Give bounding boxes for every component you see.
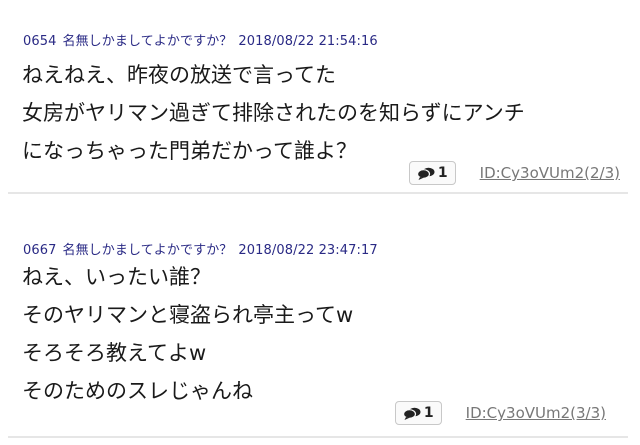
- post-divider: [8, 436, 628, 438]
- reply-count: 1: [423, 405, 434, 421]
- post-body-line: ねえ、いったい誰？: [22, 265, 211, 289]
- speech-bubbles-icon: [402, 407, 421, 420]
- poster-name: 名無しかましてよかですか？: [62, 34, 233, 49]
- post-body-line: ねえねえ、昨夜の放送で言ってた: [22, 63, 336, 87]
- reply-count-button[interactable]: 1: [408, 161, 456, 185]
- post-body-line: そろそろ教えてよw: [22, 341, 207, 365]
- post-body: ねえ、いったい誰？ そのヤリマンと寝盗られ亭主ってw そろそろ教えてよw そのた…: [22, 258, 624, 410]
- poster-id-link[interactable]: ID:Cy3oVUm2(3/3): [466, 404, 606, 422]
- post-header: 0654 名無しかましてよかですか？ 2018/08/22 21:54:16: [23, 30, 384, 49]
- post-body: ねえねえ、昨夜の放送で言ってた 女房がヤリマン過ぎて排除されたのを知らずにアンチ…: [22, 56, 624, 170]
- post-footer: 1 ID:Cy3oVUm2(3/3): [394, 401, 606, 425]
- poster-name: 名無しかましてよかですか？: [62, 243, 233, 258]
- post-body-line: 女房がヤリマン過ぎて排除されたのを知らずにアンチ: [22, 101, 525, 125]
- post-datetime: 2018/08/22 21:54:16: [238, 34, 378, 49]
- post-datetime: 2018/08/22 23:47:17: [238, 243, 378, 258]
- post-header: 0667 名無しかましてよかですか？ 2018/08/22 23:47:17: [23, 239, 384, 258]
- post-body-line: そのヤリマンと寝盗られ亭主ってw: [22, 303, 354, 327]
- post-footer: 1 ID:Cy3oVUm2(2/3): [408, 161, 620, 185]
- post-number: 0667: [23, 243, 57, 258]
- reply-count-button[interactable]: 1: [394, 401, 442, 425]
- speech-bubbles-icon: [416, 167, 435, 180]
- post-number: 0654: [23, 34, 57, 49]
- post-0667: 0667 名無しかましてよかですか？ 2018/08/22 23:47:17 ねえ、…: [0, 222, 640, 437]
- post-divider: [8, 192, 628, 194]
- post-0654: 0654 名無しかましてよかですか？ 2018/08/22 21:54:16 ねえね…: [0, 0, 640, 192]
- reply-count: 1: [437, 165, 448, 181]
- poster-id-link[interactable]: ID:Cy3oVUm2(2/3): [480, 164, 620, 182]
